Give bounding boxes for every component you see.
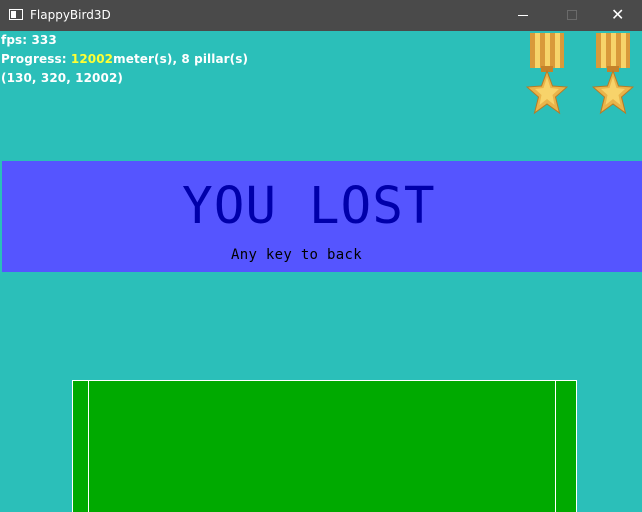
game-over-subtitle: Any key to back [231, 247, 362, 263]
fps-label: fps: [1, 33, 28, 47]
gold-star-medal-icon [526, 33, 568, 115]
pillar [72, 380, 577, 512]
minimize-button[interactable] [500, 0, 546, 31]
minimize-icon [518, 15, 528, 16]
fps-value: 333 [31, 33, 57, 47]
progress-value: 12002 [70, 52, 114, 66]
fps-readout: fps: 333 [1, 33, 57, 47]
progress-label: Progress: [1, 52, 67, 66]
coordinates-readout: (130, 320, 12002) [1, 71, 123, 85]
app-icon [9, 9, 23, 20]
close-button[interactable]: ✕ [596, 0, 642, 31]
close-icon: ✕ [611, 5, 625, 24]
game-canvas[interactable]: fps: 333 Progress: 12002meter(s), 8 pill… [0, 31, 642, 512]
window-titlebar[interactable]: FlappyBird3D ✕ [0, 0, 642, 31]
game-over-banner: YOU LOST Any key to back [2, 161, 642, 272]
maximize-button[interactable] [549, 0, 595, 31]
maximize-icon [567, 10, 577, 20]
progress-suffix: meter(s), 8 pillar(s) [113, 52, 249, 66]
gold-star-medal-icon [592, 33, 634, 115]
pillar-right-edge [555, 381, 556, 512]
game-over-title: YOU LOST [182, 177, 436, 236]
progress-readout: Progress: 12002meter(s), 8 pillar(s) [1, 52, 248, 66]
window-title: FlappyBird3D [30, 8, 111, 22]
pillar-left-edge [88, 381, 89, 512]
